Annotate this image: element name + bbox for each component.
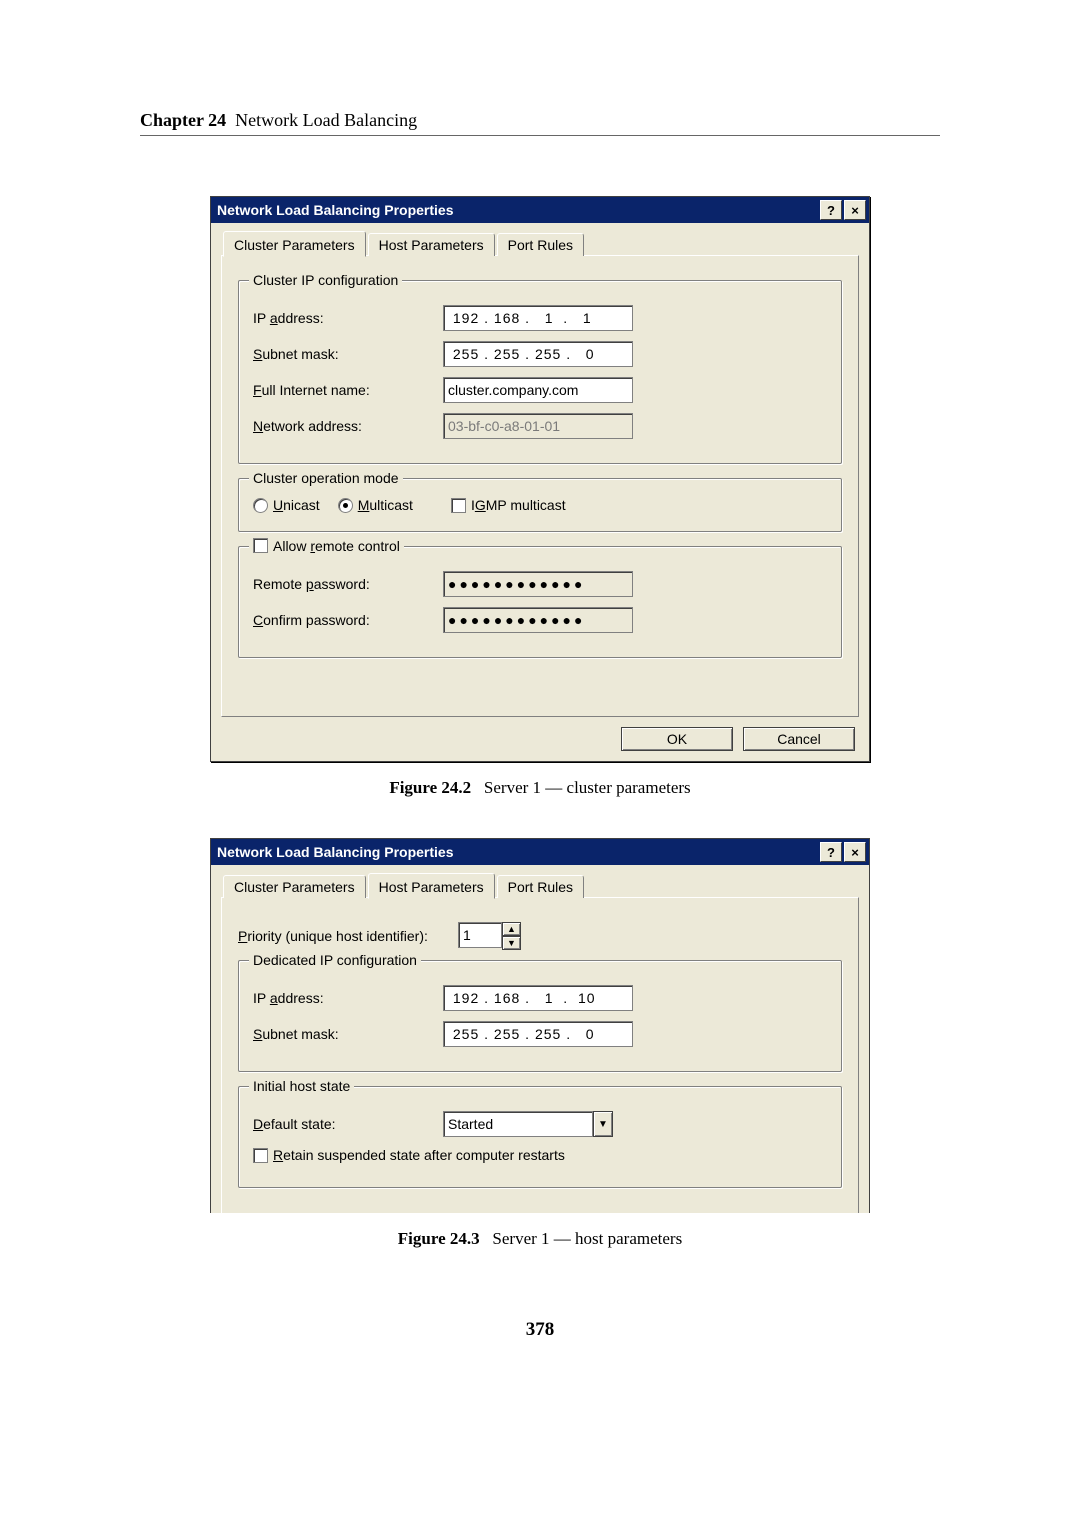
ip-address-label: IP address: <box>253 990 443 1006</box>
titlebar: Network Load Balancing Properties ? × <box>211 197 869 223</box>
network-address-input: 03-bf-c0-a8-01-01 <box>443 413 633 439</box>
dialog-host-params: Network Load Balancing Properties ? × Cl… <box>210 838 870 1213</box>
priority-label: Priority (unique host identifier): <box>238 928 458 944</box>
page-header: Chapter 24 Network Load Balancing <box>140 110 940 136</box>
default-state-label: Default state: <box>253 1116 443 1132</box>
group-legend: Dedicated IP configuration <box>249 952 421 968</box>
remote-password-label: Remote password: <box>253 576 443 592</box>
default-state-value: Started <box>443 1111 593 1137</box>
ok-button[interactable]: OK <box>621 727 733 751</box>
chapter-title: Network Load Balancing <box>235 110 417 130</box>
full-name-label: Full Internet name: <box>253 382 443 398</box>
figure-caption: Figure 24.2 Server 1 — cluster parameter… <box>210 778 870 798</box>
help-icon[interactable]: ? <box>820 200 842 220</box>
group-legend: Cluster IP configuration <box>249 272 402 288</box>
group-cluster-ip: Cluster IP configuration IP address: 192… <box>238 280 842 464</box>
tab-cluster-parameters[interactable]: Cluster Parameters <box>223 875 366 898</box>
figure-caption: Figure 24.3 Server 1 — host parameters <box>210 1229 870 1249</box>
spin-up-icon[interactable]: ▲ <box>502 922 521 936</box>
group-remote-control: Allow remote control Remote password: ●●… <box>238 546 842 658</box>
subnet-mask-label: Subnet mask: <box>253 346 443 362</box>
subnet-mask-label: Subnet mask: <box>253 1026 443 1042</box>
close-icon[interactable]: × <box>844 842 866 862</box>
checkbox-igmp-multicast[interactable]: IGMP multicast <box>451 497 566 513</box>
tab-cluster-parameters[interactable]: Cluster Parameters <box>223 231 366 257</box>
tab-strip: Cluster Parameters Host Parameters Port … <box>221 231 859 256</box>
network-address-label: Network address: <box>253 418 443 434</box>
group-initial-host-state: Initial host state Default state: Starte… <box>238 1086 842 1188</box>
chevron-down-icon[interactable]: ▼ <box>593 1111 613 1137</box>
ip-address-input[interactable]: 192 . 168 . 1 . 1 <box>443 305 633 331</box>
spin-down-icon[interactable]: ▼ <box>502 936 521 950</box>
tab-port-rules[interactable]: Port Rules <box>497 233 584 256</box>
tab-strip: Cluster Parameters Host Parameters Port … <box>221 873 859 898</box>
figure-number: Figure 24.2 <box>389 778 471 797</box>
full-name-input[interactable]: cluster.company.com <box>443 377 633 403</box>
titlebar: Network Load Balancing Properties ? × <box>211 839 869 865</box>
page-number: 378 <box>140 1319 940 1341</box>
figure-text: Server 1 — host parameters <box>492 1229 682 1248</box>
tab-host-parameters[interactable]: Host Parameters <box>368 233 495 256</box>
confirm-password-label: Confirm password: <box>253 612 443 628</box>
checkbox-icon <box>253 1148 268 1163</box>
checkbox-retain-suspended[interactable]: Retain suspended state after computer re… <box>253 1147 565 1163</box>
tab-panel: Priority (unique host identifier): 1 ▲ ▼… <box>221 897 859 1213</box>
dialog-cluster-params: Network Load Balancing Properties ? × Cl… <box>210 196 870 762</box>
priority-input[interactable]: 1 <box>458 922 502 948</box>
group-operation-mode: Cluster operation mode Unicast Multicast <box>238 478 842 532</box>
group-legend-remote: Allow remote control <box>249 538 404 554</box>
checkbox-allow-remote[interactable] <box>253 538 268 553</box>
default-state-dropdown[interactable]: Started ▼ <box>443 1111 613 1137</box>
radio-icon <box>253 498 268 513</box>
group-legend: Initial host state <box>249 1078 354 1094</box>
ip-address-label: IP address: <box>253 310 443 326</box>
window-title: Network Load Balancing Properties <box>217 844 818 860</box>
tab-port-rules[interactable]: Port Rules <box>497 875 584 898</box>
radio-multicast[interactable]: Multicast <box>338 497 413 513</box>
subnet-mask-input[interactable]: 255 . 255 . 255 . 0 <box>443 341 633 367</box>
remote-password-input[interactable]: ●●●●●●●●●●●● <box>443 571 633 597</box>
radio-unicast[interactable]: Unicast <box>253 497 320 513</box>
chapter-number: Chapter 24 <box>140 110 226 130</box>
window-title: Network Load Balancing Properties <box>217 202 818 218</box>
group-legend: Cluster operation mode <box>249 470 403 486</box>
cancel-button[interactable]: Cancel <box>743 727 855 751</box>
ip-address-input[interactable]: 192 . 168 . 1 . 10 <box>443 985 633 1011</box>
group-dedicated-ip: Dedicated IP configuration IP address: 1… <box>238 960 842 1072</box>
priority-stepper[interactable]: 1 ▲ ▼ <box>458 922 521 950</box>
confirm-password-input[interactable]: ●●●●●●●●●●●● <box>443 607 633 633</box>
checkbox-icon <box>451 498 466 513</box>
figure-text: Server 1 — cluster parameters <box>484 778 691 797</box>
radio-icon <box>338 498 353 513</box>
subnet-mask-input[interactable]: 255 . 255 . 255 . 0 <box>443 1021 633 1047</box>
close-icon[interactable]: × <box>844 200 866 220</box>
help-icon[interactable]: ? <box>820 842 842 862</box>
figure-number: Figure 24.3 <box>398 1229 480 1248</box>
tab-host-parameters[interactable]: Host Parameters <box>368 873 495 899</box>
tab-panel: Cluster IP configuration IP address: 192… <box>221 255 859 717</box>
